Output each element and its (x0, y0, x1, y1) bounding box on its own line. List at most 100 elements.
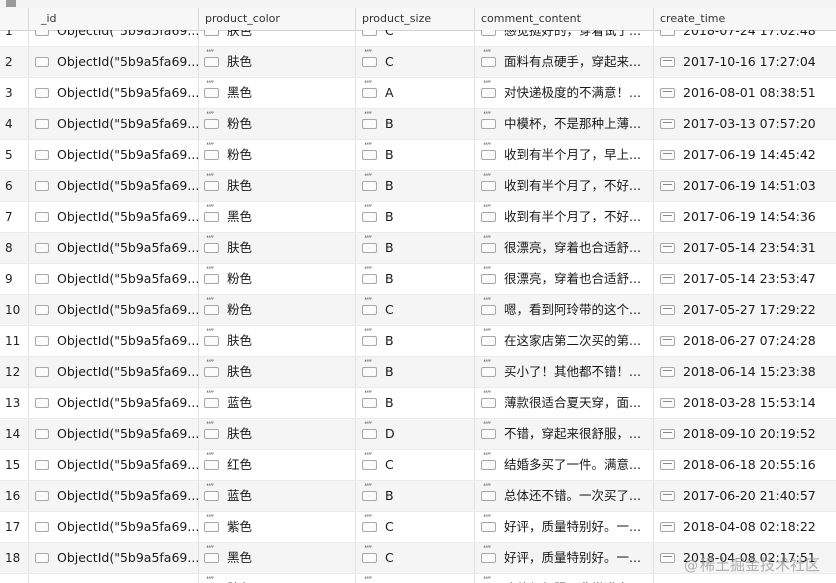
cell-id[interactable]: ObjectId("5b9a5fa69... (28, 171, 198, 201)
cell-create-time[interactable]: 2017-10-16 17:27:04 (653, 47, 836, 77)
row-number[interactable]: 5 (0, 140, 28, 170)
cell-create-time[interactable]: 2017-03-13 07:57:20 (653, 109, 836, 139)
cell-product-size[interactable]: B (355, 202, 474, 232)
cell-product-size[interactable]: B (355, 171, 474, 201)
cell-product-color[interactable]: 蓝色 (198, 388, 355, 418)
row-number[interactable]: 16 (0, 481, 28, 511)
cell-comment-content[interactable]: 在这家店第二次买的第... (474, 326, 653, 356)
cell-id[interactable]: ObjectId("5b9a5fa69... (28, 30, 198, 46)
cell-id[interactable]: ObjectId("5b9a5fa69... (28, 78, 198, 108)
cell-product-size[interactable]: A (355, 78, 474, 108)
cell-id[interactable]: ObjectId("5b9a5fa69... (28, 357, 198, 387)
table-row[interactable]: 5 ObjectId("5b9a5fa69... 粉色 B 收到有半个月了，早上... 2… (0, 140, 836, 171)
cell-product-color[interactable]: 蓝色 (198, 481, 355, 511)
table-row[interactable]: 11 ObjectId("5b9a5fa69... 肤色 B 在这家店第二次买的第...… (0, 326, 836, 357)
table-row[interactable]: 12 ObjectId("5b9a5fa69... 肤色 B 买小了！其他都不错！...… (0, 357, 836, 388)
cell-product-color[interactable]: 紫色 (198, 512, 355, 542)
cell-comment-content[interactable]: 不错，穿起来很舒服，... (474, 419, 653, 449)
table-row[interactable]: 14 ObjectId("5b9a5fa69... 肤色 D 不错，穿起来很舒服，...… (0, 419, 836, 450)
cell-comment-content[interactable]: 对快递极度的不满意！... (474, 78, 653, 108)
column-header-create-time[interactable]: create_time (653, 8, 836, 30)
cell-create-time[interactable]: 2017-06-19 14:51:03 (653, 171, 836, 201)
cell-id[interactable]: ObjectId("5b9a5fa69... (28, 450, 198, 480)
cell-product-color[interactable]: 粉色 (198, 140, 355, 170)
cell-product-size[interactable]: B (355, 233, 474, 263)
cell-product-color[interactable]: 黑色 (198, 543, 355, 573)
cell-id[interactable]: ObjectId("5b9a5fa69... (28, 388, 198, 418)
cell-product-color[interactable]: 肤色 (198, 233, 355, 263)
cell-product-size[interactable]: B (355, 140, 474, 170)
column-header-comment-content[interactable]: comment_content (474, 8, 653, 30)
cell-comment-content[interactable]: 收到有半个月了，不好... (474, 171, 653, 201)
cell-product-size[interactable]: C (355, 295, 474, 325)
cell-comment-content[interactable]: 薄款很适合夏天穿，面... (474, 388, 653, 418)
row-number[interactable]: 9 (0, 264, 28, 294)
table-row[interactable]: 2 ObjectId("5b9a5fa69... 肤色 C 面料有点硬手，穿起来... 2… (0, 47, 836, 78)
cell-comment-content[interactable]: 好评，质量特别好。一... (474, 512, 653, 542)
table-row[interactable]: 1 ObjectId("5b9a5fa69... 肤色 C 感觉挺好的，穿着试了... 2… (0, 30, 836, 47)
row-number[interactable]: 6 (0, 171, 28, 201)
cell-id[interactable]: ObjectId("5b9a5fa69... (28, 264, 198, 294)
row-number[interactable]: 12 (0, 357, 28, 387)
row-number[interactable]: 3 (0, 78, 28, 108)
table-row[interactable]: 4 ObjectId("5b9a5fa69... 粉色 B 中模杯，不是那种上薄... 2… (0, 109, 836, 140)
cell-create-time[interactable]: 2017-06-20 21:40:57 (653, 481, 836, 511)
table-row[interactable]: 6 ObjectId("5b9a5fa69... 肤色 B 收到有半个月了，不好... 2… (0, 171, 836, 202)
row-number[interactable]: 11 (0, 326, 28, 356)
cell-product-color[interactable]: 肤色 (198, 326, 355, 356)
table-row[interactable]: 17 ObjectId("5b9a5fa69... 紫色 C 好评，质量特别好。一...… (0, 512, 836, 543)
cell-create-time[interactable]: 2018-04-08 02:18:22 (653, 512, 836, 542)
cell-product-color[interactable]: 肤色 (198, 47, 355, 77)
table-row[interactable]: 7 ObjectId("5b9a5fa69... 黑色 B 收到有半个月了，不好... 2… (0, 202, 836, 233)
column-header-product-size[interactable]: product_size (355, 8, 474, 30)
cell-product-color[interactable]: 肤色 (198, 357, 355, 387)
cell-id[interactable]: ObjectId("5b9a5fa69... (28, 481, 198, 511)
cell-id[interactable]: ObjectId("5b9a5fa69... (28, 543, 198, 573)
table-body[interactable]: 1ObjectId("5b9a5fa69...肤色C感觉挺好的，穿着试了...2… (0, 30, 836, 583)
cell-product-color[interactable]: 粉色 (198, 264, 355, 294)
cell-comment-content[interactable]: 很漂亮，穿着也合适舒... (474, 233, 653, 263)
cell-product-size[interactable]: C (355, 30, 474, 46)
cell-comment-content[interactable]: 嗯，看到阿玲带的这个... (474, 295, 653, 325)
cell-id[interactable]: ObjectId("5b9a5fa69... (28, 295, 198, 325)
cell-comment-content[interactable]: 面料有点硬手，穿起来... (474, 47, 653, 77)
row-number[interactable]: 2 (0, 47, 28, 77)
cell-id[interactable]: ObjectId("5b9a5fa69... (28, 109, 198, 139)
row-number[interactable]: 18 (0, 543, 28, 573)
cell-product-color[interactable]: 粉色 (198, 109, 355, 139)
row-number[interactable]: 7 (0, 202, 28, 232)
cell-create-time[interactable]: 2018-07-24 17:02:48 (653, 30, 836, 46)
cell-create-time[interactable]: 2016-08-01 08:38:51 (653, 78, 836, 108)
table-row[interactable]: 8 ObjectId("5b9a5fa69... 肤色 B 很漂亮，穿着也合适舒... 2… (0, 233, 836, 264)
row-number[interactable]: 8 (0, 233, 28, 263)
table-row[interactable]: 13 ObjectId("5b9a5fa69... 蓝色 B 薄款很适合夏天穿，面...… (0, 388, 836, 419)
cell-comment-content[interactable]: 收到有半个月了，不好... (474, 202, 653, 232)
cell-id[interactable]: ObjectId("5b9a5fa69... (28, 233, 198, 263)
cell-id[interactable]: ObjectId("5b9a5fa69... (28, 326, 198, 356)
cell-create-time[interactable]: 2017-05-27 17:29:22 (653, 295, 836, 325)
cell-create-time[interactable]: 2017-05-14 23:53:47 (653, 264, 836, 294)
cell-product-color[interactable]: 红色 (198, 450, 355, 480)
cell-product-size[interactable]: B (355, 388, 474, 418)
row-number[interactable]: 10 (0, 295, 28, 325)
cell-id[interactable]: ObjectId("5b9a5fa69... (28, 574, 198, 583)
row-number[interactable]: 19 (0, 574, 28, 583)
column-header-product-color[interactable]: product_color (198, 8, 355, 30)
column-header-id[interactable]: _id (28, 8, 198, 30)
cell-comment-content[interactable]: 很漂亮，穿着也合适舒... (474, 264, 653, 294)
row-number[interactable]: 13 (0, 388, 28, 418)
cell-create-time[interactable]: 2017-06-19 14:45:42 (653, 140, 836, 170)
cell-create-time[interactable]: 2018-06-14 15:23:38 (653, 357, 836, 387)
cell-comment-content[interactable]: 买小了！其他都不错！... (474, 357, 653, 387)
cell-comment-content[interactable]: 收到有半个月了，早上... (474, 140, 653, 170)
table-row[interactable]: 16 ObjectId("5b9a5fa69... 蓝色 B 总体还不错。一次买了...… (0, 481, 836, 512)
cell-comment-content[interactable]: 中模杯，不是那种上薄... (474, 109, 653, 139)
row-number[interactable]: 17 (0, 512, 28, 542)
cell-product-size[interactable]: B (355, 109, 474, 139)
row-number[interactable]: 4 (0, 109, 28, 139)
cell-create-time[interactable]: 2018-06-27 07:24:28 (653, 326, 836, 356)
cell-create-time[interactable]: 2017-10-15 18:16:06 (653, 574, 836, 583)
row-number[interactable]: 14 (0, 419, 28, 449)
cell-product-color[interactable]: 肤色 (198, 419, 355, 449)
cell-product-size[interactable]: C (355, 47, 474, 77)
